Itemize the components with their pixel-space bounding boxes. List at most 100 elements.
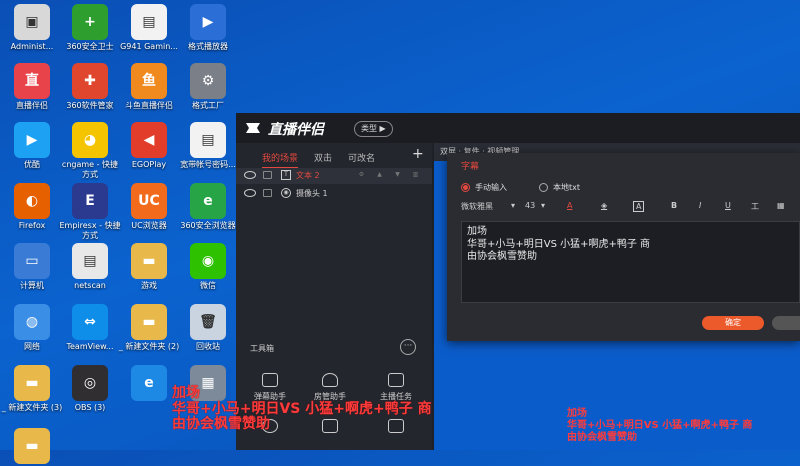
bold-icon[interactable]: B — [671, 201, 677, 210]
desktop-icon-label: 宽带帐号密码... — [180, 160, 236, 169]
chat-icon — [262, 373, 278, 387]
chevron-down-icon[interactable]: ▾ — [511, 201, 515, 210]
desktop-icon[interactable]: ⚙ 格式工厂 — [176, 63, 240, 111]
text-source-icon: T — [281, 170, 291, 180]
radio-dot — [461, 183, 470, 192]
cancel-button[interactable] — [772, 316, 800, 330]
tab-my-scene[interactable]: 我的场景 — [262, 151, 299, 169]
desktop-icon-label: 游戏 — [141, 281, 157, 290]
text-color-icon[interactable]: A — [567, 201, 572, 210]
desktop-icon[interactable]: 直直播伴侣 — [0, 63, 64, 111]
tab-double-click[interactable]: 双击 — [314, 151, 332, 169]
desktop-icon-label: _ 新建文件夹 (2) — [118, 342, 180, 351]
dialog-title: 字幕 — [461, 162, 480, 172]
desktop-icon[interactable]: ◕ cngame - 快捷方式 — [58, 122, 122, 180]
desktop-icon[interactable]: +360安全卫士 — [58, 4, 122, 52]
font-size-select[interactable]: 43 — [525, 201, 535, 210]
app-title: 直播伴侣 — [268, 122, 324, 138]
desktop-icon[interactable]: ◀ EGOPlay — [117, 122, 181, 170]
douyu-icon: 鱼 — [131, 63, 167, 99]
desktop-icon-label: 斗鱼直播伴侣 — [125, 101, 173, 110]
source-row[interactable]: ◉ 摄像头 1 — [236, 186, 432, 202]
desktop-icon[interactable]: ▬ _ 新建文件夹 (2) — [117, 304, 181, 352]
move-down-icon[interactable]: ▼ — [394, 171, 401, 178]
zip-folder-icon: ▬ — [131, 304, 167, 340]
desktop-icon[interactable]: 鱼斗鱼直播伴侣 — [117, 63, 181, 111]
confirm-button[interactable]: 确定 — [702, 316, 764, 330]
layout-icon[interactable]: ▦ — [777, 201, 785, 210]
desktop-icon[interactable]: 🗑 回收站 — [176, 304, 240, 352]
desktop-icon[interactable]: ▶ 优酷 — [0, 122, 64, 170]
desktop-icon-label: EGOPlay — [131, 160, 167, 169]
highlight-color-icon[interactable]: ◈ — [601, 201, 607, 210]
desktop-icon[interactable]: ▬ — [0, 428, 64, 466]
chevron-down-icon[interactable]: ▾ — [541, 201, 545, 210]
desktop-icon[interactable]: ▬ 游戏 — [117, 243, 181, 291]
network-icon: ◍ — [14, 304, 50, 340]
recycle-bin-icon: 🗑 — [190, 304, 226, 340]
admin-icon — [322, 373, 338, 387]
preview-subtitle-overlay: 加场 华哥+小马+明日VS 小猛+啊虎+鸭子 商 由协会枫雪赞助 — [567, 408, 753, 443]
live-companion-icon: 直 — [14, 63, 50, 99]
monitor-icon: ▭ — [14, 243, 50, 279]
desktop-icon[interactable]: e 360安全浏览器 — [176, 183, 240, 231]
desktop-icon-label: TeamView... — [66, 342, 114, 351]
delete-icon[interactable]: ▥ — [412, 171, 419, 178]
desktop-icon-label: 微信 — [200, 281, 216, 290]
desktop-icon-label: Administ... — [10, 42, 54, 51]
desktop-icon-label: cngame - 快捷方式 — [61, 160, 119, 179]
player-icon: ▶ — [190, 4, 226, 40]
lock-icon[interactable] — [263, 189, 272, 197]
desktop-icon[interactable]: ▶ 格式播放器 — [176, 4, 240, 52]
move-up-icon[interactable]: ▲ — [376, 171, 383, 178]
more-icon[interactable]: ··· — [400, 339, 416, 355]
desktop-icon-label: 直播伴侣 — [16, 101, 48, 110]
desktop-icon[interactable]: ◉ 微信 — [176, 243, 240, 291]
italic-icon[interactable]: I — [699, 201, 701, 210]
desktop-icon[interactable]: ▤ 宽带帐号密码... — [176, 122, 240, 170]
eye-icon[interactable] — [244, 189, 256, 197]
desktop-icon[interactable]: ✚ 360软件管家 — [58, 63, 122, 111]
desktop-icon[interactable]: ▤ G941 Gamin... — [117, 4, 181, 52]
teamviewer-icon: ⇔ — [72, 304, 108, 340]
source-row[interactable]: T 文本 2 ⚙ ▲ ▼ ▥ — [236, 168, 432, 184]
source-name: 文本 2 — [296, 171, 320, 180]
radio-label: 本地txt — [553, 183, 581, 192]
manual-input-radio[interactable]: 手动输入 — [461, 182, 507, 193]
pacman-icon: ◕ — [72, 122, 108, 158]
desktop-icon[interactable]: ▤ netscan — [58, 243, 122, 291]
settings-icon[interactable]: ⚙ — [358, 171, 365, 178]
tab-rename[interactable]: 可改名 — [348, 151, 375, 169]
egoplay-icon: ◀ — [131, 122, 167, 158]
firefox-icon: ◐ — [14, 183, 50, 219]
subtitle-textarea[interactable]: 加场 华哥+小马+明日VS 小猛+啊虎+鸭子 商 由协会枫雪赞助 — [461, 221, 800, 303]
desktop-icon[interactable]: ⇔ TeamView... — [58, 304, 122, 352]
netscan-icon: ▤ — [72, 243, 108, 279]
obs-icon: ◎ — [72, 365, 108, 401]
desktop-icon[interactable]: E Empiresx - 快捷方式 — [58, 183, 122, 241]
local-txt-radio[interactable]: 本地txt — [539, 182, 580, 193]
desktop-icon[interactable]: ◐ Firefox — [0, 183, 64, 231]
format-factory-icon: ⚙ — [190, 63, 226, 99]
align-icon[interactable]: 工 — [751, 201, 759, 212]
eye-icon[interactable] — [244, 171, 256, 179]
desktop-icon-label: OBS (3) — [74, 403, 106, 412]
type-badge[interactable]: 类型 ▶ — [354, 121, 393, 137]
subtitle-overlay: 加场 华哥+小马+明日VS 小猛+啊虎+鸭子 商 由协会枫雪赞助 — [172, 385, 432, 432]
desktop-icon[interactable]: ◎ OBS (3) — [58, 365, 122, 413]
desktop-icon[interactable]: ▣ Administ... — [0, 4, 64, 52]
desktop-icon[interactable]: ◍ 网络 — [0, 304, 64, 352]
desktop-icon-label: 360软件管家 — [66, 101, 114, 110]
empires-icon: E — [72, 183, 108, 219]
desktop-icon[interactable]: UC UC浏览器 — [117, 183, 181, 231]
underline-icon[interactable]: U — [725, 201, 731, 210]
desktop-icon[interactable]: ▭ 计算机 — [0, 243, 64, 291]
background-color-icon[interactable]: A — [633, 201, 645, 212]
add-scene-button[interactable]: + — [412, 146, 424, 162]
ie-icon: e — [131, 365, 167, 401]
desktop-icon[interactable]: ▬ _ 新建文件夹 (3) — [0, 365, 64, 413]
font-select[interactable]: 微软雅黑 — [461, 201, 493, 212]
file-icon: ▤ — [131, 4, 167, 40]
format-toolbar: 微软雅黑 ▾ 43 ▾ A ◈ A B I U 工 ▦ — [461, 201, 800, 215]
lock-icon[interactable] — [263, 171, 272, 179]
